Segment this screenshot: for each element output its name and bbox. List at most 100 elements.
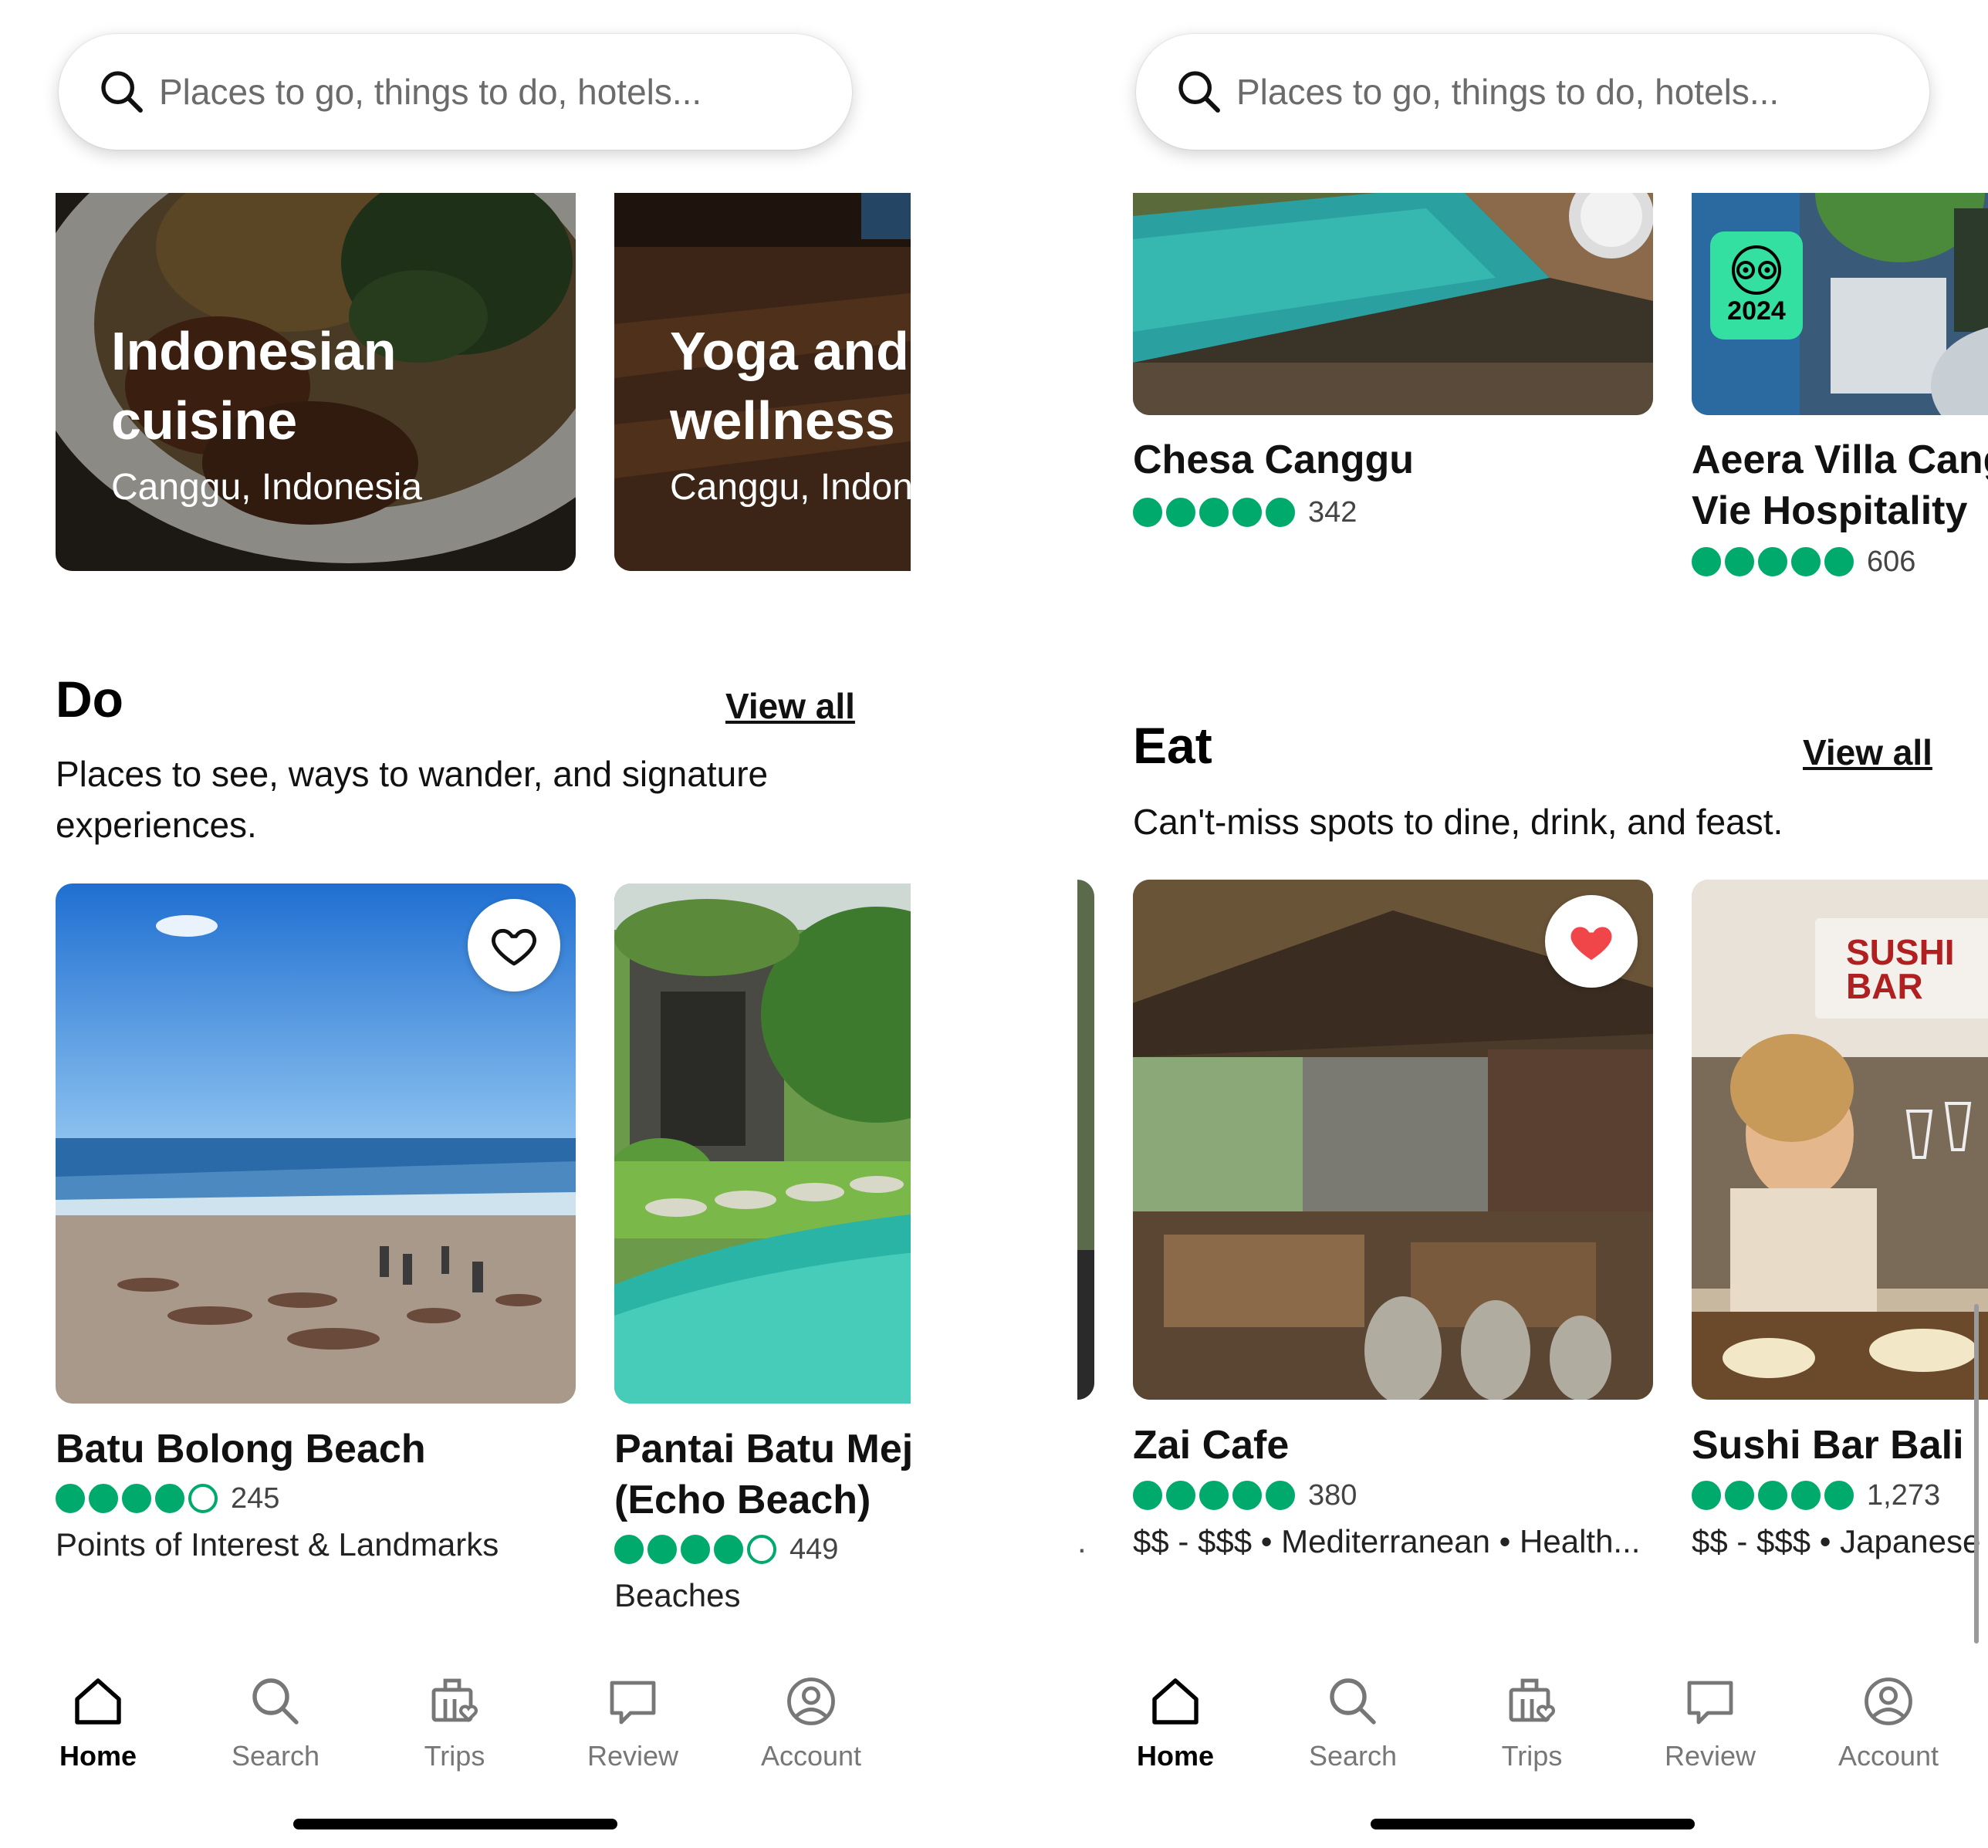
trips-icon: [1509, 1678, 1555, 1722]
featured-title-line1: Indonesian: [111, 321, 397, 381]
rating-bubbles: 245: [56, 1481, 280, 1515]
tab-account[interactable]: Account: [734, 1674, 888, 1772]
section-title-do: Do: [56, 671, 123, 728]
sushi-bar-sign: SUSHI BAR: [1815, 918, 1988, 1019]
restaurant-name[interactable]: Sushi Bar Bali: [1692, 1420, 1964, 1471]
tab-label: Account: [760, 1740, 862, 1772]
tab-review[interactable]: Review: [556, 1674, 710, 1772]
place-name[interactable]: Pantai Batu Mejan (Echo Beach): [614, 1424, 911, 1525]
search-input[interactable]: Places to go, things to do, hotels...: [1136, 34, 1929, 150]
rating-bubble-full: [1232, 1481, 1262, 1510]
rating-bubbles: 380: [1133, 1479, 1357, 1512]
tab-home[interactable]: Home: [21, 1674, 175, 1772]
restaurant-category: $$ - $$$ • Japanese: [1692, 1523, 1981, 1559]
restaurant-card-zai-cafe[interactable]: [1133, 880, 1653, 1400]
section-desc-line2: experiences.: [56, 805, 257, 845]
rating-bubble-full: [1266, 1481, 1295, 1510]
rating-bubbles: 606: [1692, 545, 1916, 578]
restaurant-name[interactable]: Zai Cafe: [1133, 1420, 1289, 1471]
search-icon: [101, 71, 143, 113]
featured-card-indonesian-cuisine[interactable]: Indonesian cuisine Canggu, Indonesia: [56, 131, 576, 571]
section-desc-do: Places to see, ways to wander, and signa…: [56, 748, 768, 850]
tab-label: Review: [587, 1740, 679, 1772]
section-desc-line1: Places to see, ways to wander, and signa…: [56, 754, 769, 794]
tab-label: Home: [1136, 1740, 1215, 1772]
rating-bubble-full: [647, 1535, 677, 1564]
home-indicator: [1371, 1819, 1695, 1829]
save-heart-button[interactable]: [468, 899, 560, 992]
rating-bubble-full: [1266, 498, 1295, 527]
rating-bubble-full: [1824, 547, 1854, 576]
echo-beach-image: [614, 883, 911, 1404]
review-icon: [1687, 1681, 1733, 1725]
rating-bubble-full: [1199, 1481, 1229, 1510]
tab-label: Search: [1308, 1740, 1398, 1772]
rating-bubble-full: [1166, 1481, 1195, 1510]
tab-label: Home: [59, 1740, 137, 1772]
rating-bubble-full: [614, 1535, 644, 1564]
account-icon: [787, 1677, 835, 1725]
review-count: 606: [1867, 545, 1916, 578]
scrollbar[interactable]: [1974, 1304, 1979, 1644]
featured-card-text: Indonesian cuisine Canggu, Indonesia: [111, 316, 422, 508]
search-icon: [252, 1678, 299, 1725]
tab-account[interactable]: Account: [1811, 1674, 1966, 1772]
rating-bubble-full: [89, 1484, 118, 1513]
owl-logo-icon: [1732, 245, 1781, 295]
tab-label: Account: [1838, 1740, 1939, 1772]
heart-outline-icon: [492, 928, 536, 966]
tab-label: Review: [1664, 1740, 1756, 1772]
featured-subtitle: Canggu, Indonesia: [670, 467, 911, 508]
tab-search[interactable]: Search: [1276, 1674, 1430, 1772]
travelers-choice-badge: 2024: [1710, 231, 1803, 340]
review-icon: [610, 1681, 656, 1725]
rating-bubble-full: [1692, 1481, 1721, 1510]
review-count: 245: [231, 1481, 280, 1515]
rating-bubble-full: [1791, 547, 1821, 576]
truncated-category: .: [1077, 1523, 1087, 1559]
section-desc-eat: Can't-miss spots to dine, drink, and fea…: [1133, 802, 1783, 842]
review-count: 1,273: [1867, 1478, 1941, 1512]
featured-card-yoga-wellness[interactable]: Yoga and wellness Canggu, Indonesia: [614, 131, 911, 571]
view-all-eat-link[interactable]: View all: [1803, 731, 1932, 773]
rating-bubble-full: [1725, 1481, 1754, 1510]
rating-bubble-full: [122, 1484, 151, 1513]
tab-label: Trips: [1501, 1740, 1563, 1772]
tab-home[interactable]: Home: [1098, 1674, 1253, 1772]
hotel-name[interactable]: Chesa Canggu: [1133, 434, 1414, 485]
tab-trips[interactable]: Trips: [1455, 1674, 1609, 1772]
place-card-batu-bolong[interactable]: [56, 883, 576, 1404]
right-screen: Chesa Canggu 342 2024 Aeera Villa Can Vi…: [1077, 0, 1988, 1848]
search-placeholder: Places to go, things to do, hotels...: [1236, 72, 1780, 112]
place-card-echo-beach[interactable]: [614, 883, 911, 1404]
rating-bubble-full: [681, 1535, 710, 1564]
bottom-tab-bar: Home Search Trips Review Account: [1077, 1657, 1988, 1848]
rating-bubble-full: [1133, 498, 1162, 527]
place-name-line1: Pantai Batu Mejan: [614, 1427, 911, 1471]
view-all-do-link[interactable]: View all: [725, 685, 855, 727]
place-name[interactable]: Batu Bolong Beach: [56, 1424, 426, 1475]
badge-year: 2024: [1727, 296, 1786, 326]
tab-search[interactable]: Search: [198, 1674, 353, 1772]
review-count: 449: [789, 1532, 839, 1566]
rating-bubble-full: [1133, 1481, 1162, 1510]
tab-label: Trips: [424, 1740, 485, 1772]
hotel-name[interactable]: Aeera Villa Canggu by Vie Hospitality: [1692, 434, 1988, 536]
heart-filled-icon: [1570, 927, 1612, 960]
tab-review[interactable]: Review: [1633, 1674, 1787, 1772]
rating-bubble-full: [1692, 547, 1721, 576]
featured-title-line1: Yoga and: [670, 321, 909, 381]
previous-restaurant-card-edge[interactable]: [1077, 880, 1094, 1400]
trips-icon: [431, 1678, 478, 1722]
restaurant-card-sushi-bar-bali[interactable]: SUSHI BAR: [1692, 880, 1988, 1400]
search-header: Places to go, things to do, hotels...: [1077, 0, 1988, 193]
rating-bubbles: 1,273: [1692, 1478, 1941, 1512]
place-category: Points of Interest & Landmarks: [56, 1526, 499, 1563]
tab-trips[interactable]: Trips: [377, 1674, 532, 1772]
rating-bubble-full: [1199, 498, 1229, 527]
saved-heart-button[interactable]: [1545, 895, 1638, 988]
previous-restaurant-image: [1077, 880, 1094, 1400]
search-input[interactable]: Places to go, things to do, hotels...: [59, 34, 852, 150]
rating-bubbles: 342: [1133, 496, 1357, 529]
rating-bubble-full: [1824, 1481, 1854, 1510]
